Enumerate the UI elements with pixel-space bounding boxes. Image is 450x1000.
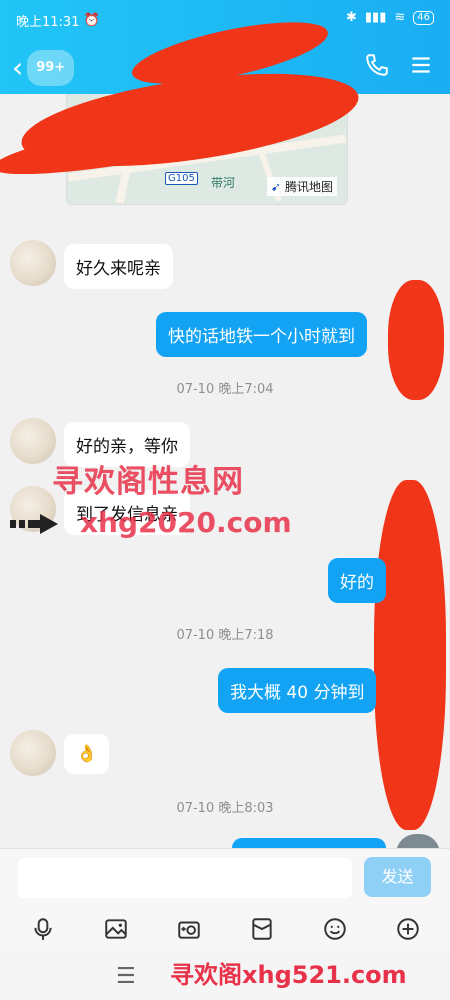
signal-icon: ▮▮▮ xyxy=(364,10,387,25)
composer-toolbar xyxy=(0,906,450,952)
avatar[interactable] xyxy=(10,240,56,286)
message-bubble-outgoing[interactable]: 好的 xyxy=(328,558,386,603)
chevron-left-icon: ‹ xyxy=(12,51,24,84)
send-button[interactable]: 发送 xyxy=(364,857,431,897)
map-logo-text: 腾讯地图 xyxy=(284,180,333,194)
message-bubble-incoming[interactable]: 👌 xyxy=(64,734,110,774)
phone-icon[interactable] xyxy=(364,52,390,78)
emoji-icon[interactable] xyxy=(322,916,348,942)
redaction-right-2 xyxy=(374,480,446,830)
message-bubble-outgoing[interactable]: 我大概 40 分钟到 xyxy=(218,668,377,713)
watermark-bottom: 寻欢阁xhg521.com xyxy=(170,961,407,989)
message-input[interactable] xyxy=(18,858,352,898)
menu-icon[interactable] xyxy=(408,52,434,78)
map-logo: ➹ 腾讯地图 xyxy=(266,177,337,196)
menu-icon[interactable]: ☰ xyxy=(116,964,136,989)
map-road-label: G105 xyxy=(165,172,198,185)
status-time: 晚上11:31 xyxy=(16,15,80,30)
arrow-icon xyxy=(10,514,58,534)
back-button[interactable]: ‹ 99+ xyxy=(12,50,75,86)
map-river-label: 带河 xyxy=(211,176,236,190)
plus-icon[interactable] xyxy=(395,916,421,942)
camera-icon[interactable] xyxy=(176,916,202,942)
tencent-map-icon: ➹ xyxy=(270,179,281,194)
watermark-title: 寻欢阁性息网 xyxy=(52,464,244,500)
timestamp: 07-10 晚上7:18 xyxy=(176,628,274,643)
timestamp: 07-10 晚上7:04 xyxy=(176,382,274,397)
red-packet-icon[interactable] xyxy=(249,916,275,942)
bluetooth-icon: ✱ xyxy=(345,10,357,25)
image-icon[interactable] xyxy=(103,916,129,942)
avatar[interactable] xyxy=(10,418,56,464)
watermark-url: xhg2020.com xyxy=(80,506,292,539)
message-bubble-outgoing[interactable]: 快的话地铁一个小时就到 xyxy=(156,312,367,357)
timestamp: 07-10 晚上8:03 xyxy=(176,801,274,816)
microphone-icon[interactable] xyxy=(30,916,56,942)
unread-badge: 99+ xyxy=(27,50,75,86)
battery-icon: 46 xyxy=(413,10,434,25)
alarm-icon: ⏰ xyxy=(83,13,100,28)
wifi-icon: ≋ xyxy=(394,10,406,25)
message-bubble-incoming[interactable]: 好久来呢亲 xyxy=(64,244,173,289)
composer: 发送 xyxy=(0,848,450,907)
avatar[interactable] xyxy=(10,730,56,776)
